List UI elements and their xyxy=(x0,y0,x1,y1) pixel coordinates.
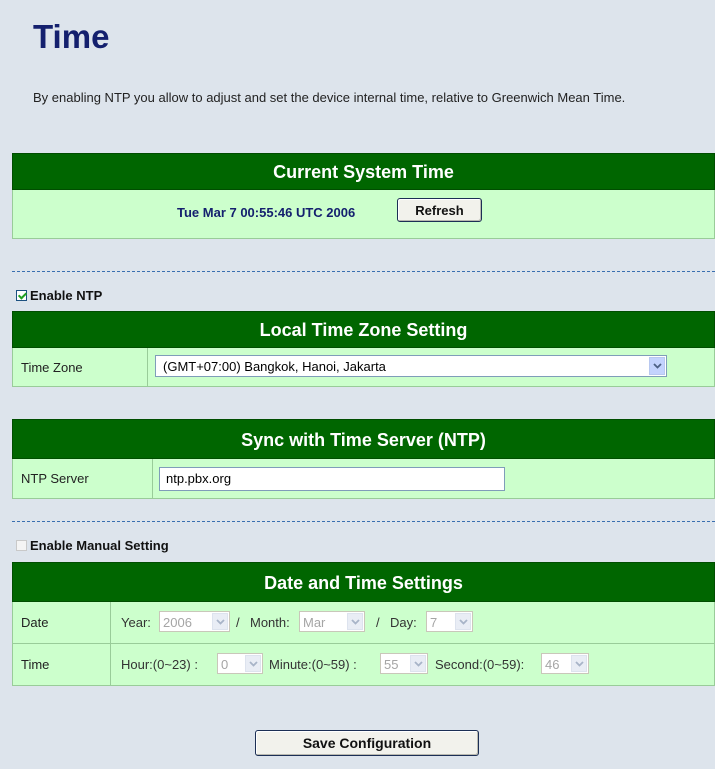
enable-ntp: Enable NTP xyxy=(16,288,102,303)
chevron-down-icon xyxy=(571,655,587,672)
divider xyxy=(12,271,715,272)
chevron-down-icon xyxy=(455,613,471,630)
ntp-server-label: NTP Server xyxy=(13,459,153,498)
chevron-down-icon xyxy=(212,613,228,630)
ntp-server-header: Sync with Time Server (NTP) xyxy=(12,419,715,459)
chevron-down-icon xyxy=(410,655,426,672)
hour-label: Hour:(0~23) : xyxy=(121,657,198,672)
year-label: Year: xyxy=(121,615,151,630)
minute-label: Minute:(0~59) : xyxy=(269,657,357,672)
timezone-label: Time Zone xyxy=(13,348,148,386)
chevron-down-icon xyxy=(649,357,665,375)
year-select[interactable]: 2006 xyxy=(159,611,230,632)
current-time-row: Tue Mar 7 00:55:46 UTC 2006 Refresh xyxy=(12,190,715,239)
year-value: 2006 xyxy=(163,615,192,630)
timezone-row: Time Zone (GMT+07:00) Bangkok, Hanoi, Ja… xyxy=(12,348,715,387)
day-label: Day: xyxy=(390,615,417,630)
current-time-value: Tue Mar 7 00:55:46 UTC 2006 xyxy=(177,205,356,220)
minute-value: 55 xyxy=(384,657,399,672)
date-separator: / xyxy=(236,615,240,630)
ntp-server-panel: Sync with Time Server (NTP) NTP Server n… xyxy=(12,419,715,499)
current-time-header: Current System Time xyxy=(12,153,715,190)
timezone-selected: (GMT+07:00) Bangkok, Hanoi, Jakarta xyxy=(163,359,386,374)
enable-manual-label: Enable Manual Setting xyxy=(30,538,169,553)
date-label: Date xyxy=(13,602,111,643)
hour-select[interactable]: 0 xyxy=(217,653,263,674)
page-title: Time xyxy=(33,18,110,55)
enable-manual-checkbox[interactable] xyxy=(16,540,27,551)
chevron-down-icon xyxy=(347,613,363,630)
month-select[interactable]: Mar xyxy=(299,611,365,632)
ntp-server-input[interactable]: ntp.pbx.org xyxy=(159,467,505,491)
save-configuration-button[interactable]: Save Configuration xyxy=(255,730,479,756)
second-select[interactable]: 46 xyxy=(541,653,589,674)
enable-manual: Enable Manual Setting xyxy=(16,538,169,553)
time-row: Time Hour:(0~23) : 0 Minute:(0~59) : 55 … xyxy=(12,644,715,686)
second-value: 46 xyxy=(545,657,560,672)
time-settings-page: Time By enabling NTP you allow to adjust… xyxy=(0,0,715,769)
enable-ntp-checkbox[interactable] xyxy=(16,290,27,301)
timezone-panel: Local Time Zone Setting Time Zone (GMT+0… xyxy=(12,311,715,387)
time-label: Time xyxy=(13,644,111,685)
month-label: Month: xyxy=(250,615,290,630)
timezone-header: Local Time Zone Setting xyxy=(12,311,715,348)
day-value: 7 xyxy=(430,615,438,630)
current-time-panel: Current System Time Tue Mar 7 00:55:46 U… xyxy=(12,153,715,239)
day-select[interactable]: 7 xyxy=(426,611,473,632)
refresh-button[interactable]: Refresh xyxy=(397,198,482,222)
minute-select[interactable]: 55 xyxy=(380,653,428,674)
datetime-panel: Date and Time Settings Date Year: 2006 /… xyxy=(12,562,715,686)
hour-value: 0 xyxy=(221,657,229,672)
second-label: Second:(0~59): xyxy=(435,657,525,672)
datetime-header: Date and Time Settings xyxy=(12,562,715,602)
ntp-server-row: NTP Server ntp.pbx.org xyxy=(12,459,715,499)
month-value: Mar xyxy=(303,615,326,630)
divider xyxy=(12,521,715,522)
date-row: Date Year: 2006 / Month: Mar / Day: 7 xyxy=(12,602,715,644)
chevron-down-icon xyxy=(245,655,261,672)
date-separator: / xyxy=(376,615,380,630)
page-description: By enabling NTP you allow to adjust and … xyxy=(33,90,626,105)
timezone-select[interactable]: (GMT+07:00) Bangkok, Hanoi, Jakarta xyxy=(155,355,667,377)
enable-ntp-label: Enable NTP xyxy=(30,288,103,303)
